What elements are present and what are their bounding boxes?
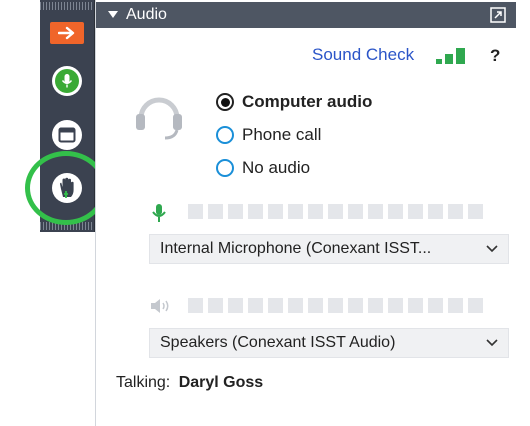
- speaker-level-meter: [188, 298, 483, 313]
- radio-button-computer-audio[interactable]: [216, 93, 234, 111]
- option-computer-audio[interactable]: Computer audio: [216, 92, 372, 112]
- option-label: Computer audio: [242, 92, 373, 111]
- talking-indicator: Talking: Daryl Goss: [116, 374, 263, 392]
- speaker-select-value: Speakers (Conexant ISST Audio): [160, 334, 396, 351]
- speaker-icon: [151, 299, 169, 313]
- microphone-level-meter: [188, 204, 483, 219]
- microphone-level-icon: [152, 204, 166, 222]
- speaker-select[interactable]: Speakers (Conexant ISST Audio): [149, 328, 509, 358]
- collapse-panel-button[interactable]: [50, 22, 84, 44]
- option-phone-call[interactable]: Phone call: [216, 125, 321, 145]
- microphone-select[interactable]: Internal Microphone (Conexant ISST...: [149, 234, 509, 264]
- option-label: No audio: [242, 158, 311, 177]
- microphone-icon: [61, 74, 73, 88]
- help-button[interactable]: ?: [490, 46, 500, 66]
- talking-label: Talking:: [116, 374, 171, 391]
- screen-toolbar-button[interactable]: [50, 118, 84, 152]
- microphone-select-value: Internal Microphone (Conexant ISST...: [160, 240, 432, 257]
- window-icon: [58, 127, 76, 143]
- audio-panel: Audio Sound Check ? Computer audio Phone…: [95, 0, 520, 426]
- talking-name: Daryl Goss: [178, 374, 264, 391]
- panel-title: Audio: [126, 6, 167, 23]
- sound-check-link[interactable]: Sound Check: [312, 45, 414, 65]
- arrow-right-icon: [58, 26, 75, 40]
- audio-panel-header[interactable]: Audio: [96, 2, 516, 28]
- radio-button-phone-call[interactable]: [216, 126, 234, 144]
- headset-icon: [136, 97, 182, 140]
- audio-toolbar-button[interactable]: [50, 64, 84, 98]
- chevron-down-icon: [486, 245, 498, 253]
- popout-icon[interactable]: [490, 7, 506, 23]
- chevron-down-icon: [486, 339, 498, 347]
- signal-level-icon: [436, 48, 465, 64]
- collapse-triangle-icon[interactable]: [108, 11, 118, 18]
- option-no-audio[interactable]: No audio: [216, 158, 310, 178]
- option-label: Phone call: [242, 125, 322, 144]
- toolbar-grip-top[interactable]: [40, 2, 94, 10]
- radio-button-no-audio[interactable]: [216, 159, 234, 177]
